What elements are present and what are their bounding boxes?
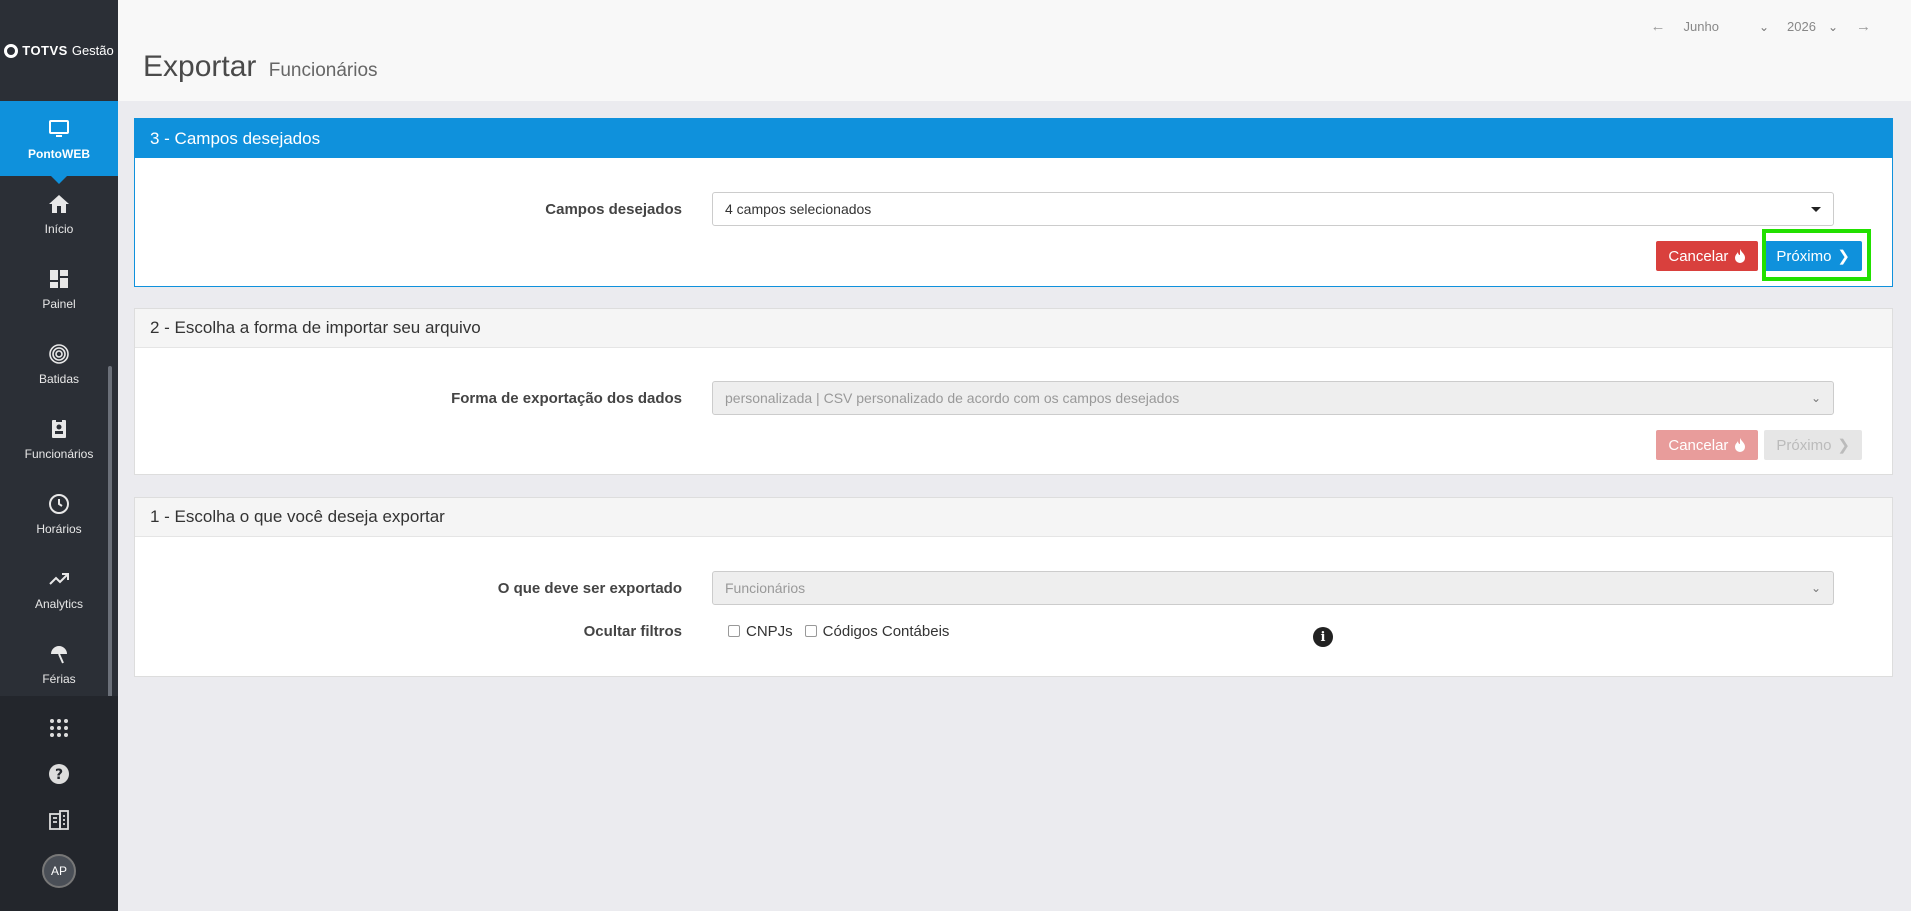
page-title-main: Exportar: [143, 50, 257, 83]
svg-text:?: ?: [55, 767, 63, 783]
panel-step2-forma: 2 - Escolha a forma de importar seu arqu…: [134, 308, 1893, 475]
filtros-options: CNPJs Códigos Contábeis: [712, 623, 949, 640]
sidebar-nav: Início Painel Batidas Funcionários Horár…: [0, 176, 118, 696]
sidebar-item-label: Funcionários: [24, 446, 94, 461]
sidebar-item-ferias[interactable]: Férias: [0, 626, 118, 696]
panel-step3-campos: 3 - Campos desejados Campos desejados 4 …: [134, 118, 1893, 287]
info-icon[interactable]: i: [1313, 627, 1333, 647]
sidebar-item-label: Painel: [42, 296, 76, 311]
checkbox-codigos-contabeis[interactable]: Códigos Contábeis: [804, 622, 950, 640]
date-navigator: ← Junho ⌄ 2026 ⌄ →: [1651, 18, 1871, 35]
apps-grid-icon[interactable]: [47, 716, 71, 740]
badge-icon: [52, 418, 66, 438]
cancel-label: Cancelar: [1668, 247, 1729, 265]
brand-name-bold: TOTVS: [22, 43, 68, 58]
sidebar-item-label: Início: [44, 221, 74, 236]
sidebar: TOTVS Gestão PontoWEB Início Painel Bati…: [0, 0, 118, 911]
chevron-down-icon: ⌄: [1758, 19, 1770, 34]
help-icon[interactable]: ?: [47, 762, 71, 786]
dashboard-icon: [50, 269, 68, 288]
year-value: 2026: [1787, 19, 1816, 34]
panel-title: 1 - Escolha o que você deseja exportar: [135, 498, 1892, 537]
fire-icon: [1735, 438, 1746, 452]
chevron-down-icon: ⌄: [1810, 391, 1821, 405]
panel-title: 2 - Escolha a forma de importar seu arqu…: [135, 309, 1892, 348]
chevron-down-icon: ⌄: [1810, 581, 1821, 595]
sidebar-item-horarios[interactable]: Horários: [0, 476, 118, 551]
fire-icon: [1735, 249, 1746, 263]
sidebar-item-label: Férias: [42, 671, 76, 686]
arrow-right-icon[interactable]: →: [1856, 18, 1871, 35]
cancel-button[interactable]: Cancelar: [1656, 430, 1759, 460]
panel-title: 3 - Campos desejados: [135, 119, 1892, 158]
fingerprint-icon: [49, 343, 69, 364]
exportar-label: O que deve ser exportado: [497, 579, 682, 597]
page-title: Exportar Funcionários: [143, 50, 378, 84]
building-icon[interactable]: [47, 808, 71, 832]
totvs-logo-icon: [4, 43, 19, 58]
sidebar-item-inicio[interactable]: Início: [0, 176, 118, 251]
brand-logo[interactable]: TOTVS Gestão: [0, 0, 118, 101]
sidebar-item-painel[interactable]: Painel: [0, 251, 118, 326]
campos-select[interactable]: 4 campos selecionados: [712, 192, 1834, 226]
campos-row: Campos desejados 4 campos selecionados: [135, 192, 1892, 226]
forma-select[interactable]: personalizada | CSV personalizado de aco…: [712, 381, 1834, 415]
caret-down-icon: [1811, 206, 1821, 212]
cancel-label: Cancelar: [1668, 436, 1729, 454]
cancel-button[interactable]: Cancelar: [1656, 241, 1759, 271]
step2-actions: Cancelar Próximo ❯: [1656, 430, 1862, 460]
next-label: Próximo: [1776, 436, 1832, 454]
sidebar-footer: ? AP: [0, 696, 118, 911]
panel-step1-exportar: 1 - Escolha o que você deseja exportar O…: [134, 497, 1893, 677]
chevron-right-icon: ❯: [1837, 437, 1850, 454]
month-value: Junho: [1683, 19, 1719, 34]
page-subtitle: Funcionários: [268, 60, 378, 81]
monitor-icon: [49, 119, 69, 137]
sidebar-item-label: Horários: [36, 521, 82, 536]
forma-value: personalizada | CSV personalizado de aco…: [725, 390, 1180, 406]
sidebar-item-pontoweb[interactable]: PontoWEB: [0, 101, 118, 176]
arrow-left-icon[interactable]: ←: [1651, 18, 1666, 35]
year-select[interactable]: 2026 ⌄: [1787, 19, 1838, 34]
sidebar-item-label: Analytics: [34, 596, 84, 611]
clock-icon: [49, 493, 69, 514]
campos-value: 4 campos selecionados: [725, 201, 872, 217]
trend-icon: [49, 572, 69, 585]
checkbox-label: Códigos Contábeis: [822, 622, 950, 640]
month-select[interactable]: Junho ⌄: [1684, 19, 1769, 34]
next-button[interactable]: Próximo ❯: [1764, 430, 1862, 460]
avatar[interactable]: AP: [42, 854, 76, 888]
exportar-row: O que deve ser exportado Funcionários ⌄: [135, 571, 1892, 605]
checkbox-cnpjs[interactable]: CNPJs: [728, 623, 793, 640]
checkbox-box[interactable]: [804, 625, 817, 637]
sidebar-item-label: PontoWEB: [28, 146, 90, 161]
checkbox-label: CNPJs: [746, 622, 793, 640]
filtros-row: Ocultar filtros CNPJs Códigos Contábeis: [135, 621, 1892, 641]
umbrella-icon: [51, 645, 67, 663]
sidebar-item-label: Batidas: [38, 371, 80, 386]
sidebar-item-funcionarios[interactable]: Funcionários: [0, 401, 118, 476]
exportar-select[interactable]: Funcionários ⌄: [712, 571, 1834, 605]
campos-label: Campos desejados: [545, 200, 682, 218]
page-header: ← Junho ⌄ 2026 ⌄ → Exportar Funcionários: [118, 0, 1911, 101]
chevron-down-icon: ⌄: [1827, 19, 1838, 34]
filtros-label: Ocultar filtros: [583, 622, 682, 640]
brand-name-light: Gestão: [71, 43, 114, 58]
sidebar-item-analytics[interactable]: Analytics: [0, 551, 118, 626]
sidebar-scrollbar[interactable]: [108, 366, 112, 696]
sidebar-item-batidas[interactable]: Batidas: [0, 326, 118, 401]
forma-label: Forma de exportação dos dados: [451, 389, 682, 407]
next-button-highlight: [1762, 229, 1871, 281]
checkbox-box[interactable]: [728, 625, 740, 637]
exportar-value: Funcionários: [725, 580, 806, 596]
forma-row: Forma de exportação dos dados personaliz…: [135, 381, 1892, 415]
home-icon: [49, 194, 69, 213]
